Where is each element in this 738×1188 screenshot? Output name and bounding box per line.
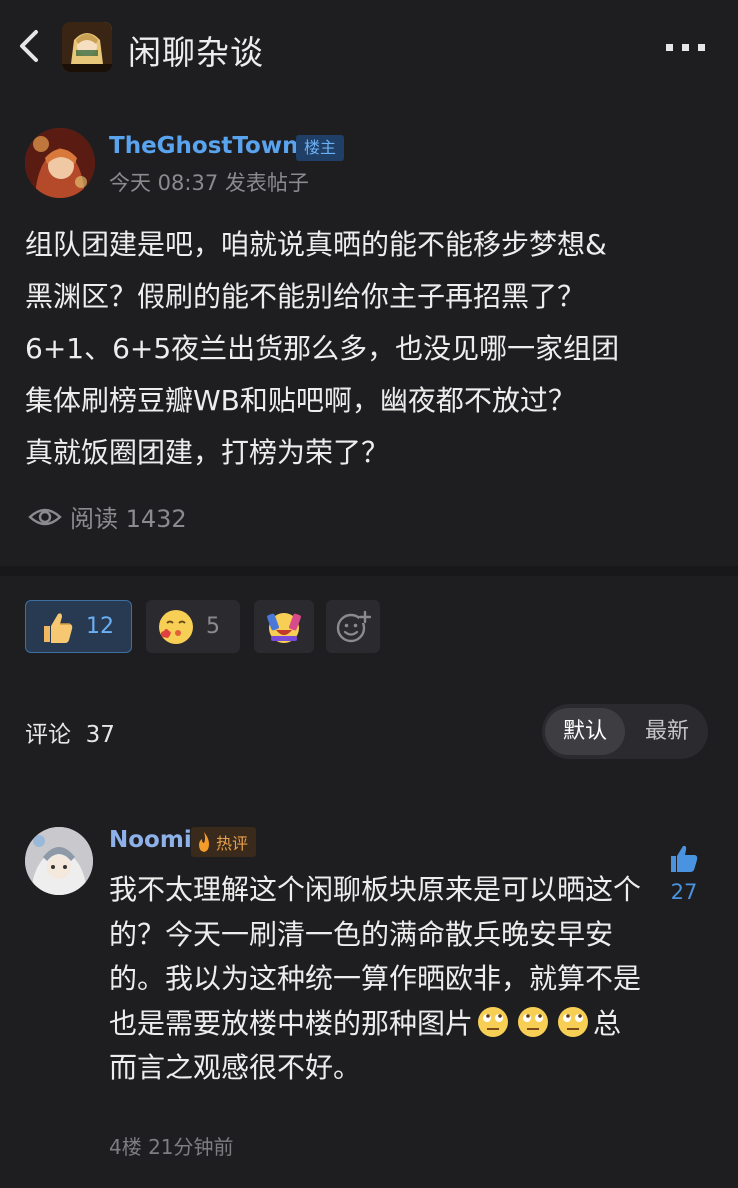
comments-count-header: 评论 37: [25, 722, 115, 748]
commenter-avatar[interactable]: [25, 827, 93, 895]
post-body: 组队团建是吧，咱就说真晒的能不能移步梦想& 黑渊区？假刷的能不能别给你主子再招黑…: [25, 228, 620, 469]
author-name[interactable]: TheGhostTown: [109, 133, 298, 159]
read-count-label: 阅读 1432: [70, 505, 187, 533]
top-bar: 闲聊杂谈: [0, 0, 738, 96]
add-reaction-button[interactable]: [326, 600, 380, 653]
hot-comment-badge: 热评: [191, 827, 257, 857]
sort-toggle: 默认 最新: [542, 704, 708, 759]
chevron-left-icon: [20, 30, 38, 62]
section-divider: [0, 566, 738, 576]
commenter-name[interactable]: Noomi: [109, 827, 192, 853]
flame-icon: [199, 832, 209, 852]
reaction-count: 5: [206, 614, 220, 639]
eye-roll-emoji-icon: [558, 1006, 589, 1037]
comment-like-count: 27: [670, 880, 698, 904]
reaction-count: 12: [86, 614, 114, 639]
reaction-thumbs-up[interactable]: 12: [25, 600, 132, 653]
add-reaction-icon: [336, 610, 371, 642]
more-button[interactable]: [664, 38, 708, 58]
board-title: 闲聊杂谈: [128, 33, 264, 72]
author-avatar[interactable]: [25, 128, 95, 198]
thumbs-up-emoji-icon: [44, 612, 73, 643]
thumbs-up-icon: [671, 845, 698, 872]
board-avatar[interactable]: [62, 22, 112, 72]
back-button[interactable]: [12, 26, 48, 66]
eye-icon: [28, 508, 62, 525]
read-count: 阅读 1432: [28, 499, 187, 534]
post-meta: 今天 08:37 发表帖子: [109, 171, 309, 195]
reaction-party[interactable]: [254, 600, 314, 653]
comment-like-button[interactable]: 27: [664, 844, 704, 904]
comment-meta: 4楼 21分钟前: [109, 1135, 234, 1159]
sort-latest-button[interactable]: 最新: [632, 708, 702, 755]
eye-roll-emoji-icon: [518, 1006, 549, 1037]
sort-default-button[interactable]: 默认: [545, 708, 625, 755]
reaction-kiss[interactable]: 5: [146, 600, 240, 653]
more-dots-icon: [666, 44, 705, 51]
party-emoji-icon: [267, 612, 301, 643]
owner-badge: 楼主: [296, 135, 345, 161]
hot-badge-label: 热评: [216, 834, 249, 853]
commenter-avatar-image: [25, 827, 93, 895]
kiss-face-emoji-icon: [159, 609, 193, 644]
board-avatar-image: [62, 22, 112, 72]
eye-roll-emoji-icon: [478, 1006, 509, 1037]
comment-body: 我不太理解这个闲聊板块原来是可以晒这个的？今天一刷清一色的满命散兵晚安早安的。我…: [109, 868, 649, 1091]
author-avatar-image: [25, 128, 95, 198]
